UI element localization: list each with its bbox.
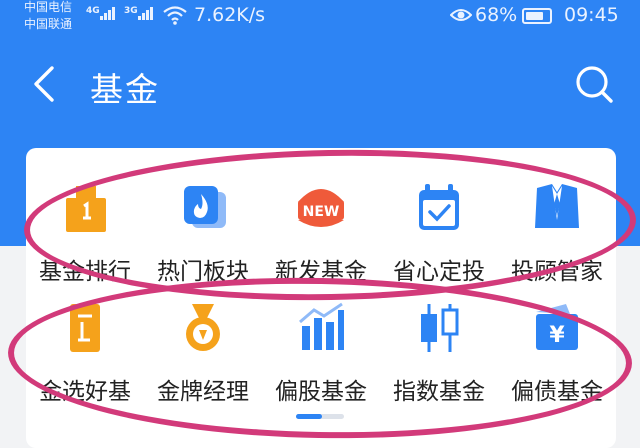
calendar-check-icon bbox=[419, 184, 459, 230]
wifi-icon bbox=[163, 6, 187, 25]
clock: 09:45 bbox=[564, 4, 619, 26]
category-gold-managers[interactable]: 金牌经理 bbox=[144, 302, 262, 412]
gold-pick-icon bbox=[70, 304, 100, 352]
eye-comfort-icon bbox=[450, 9, 472, 21]
search-icon[interactable] bbox=[574, 64, 614, 104]
fund-category-card: 基金排行 热门板块 NEW 新发基金 省心定投 投顾管家 金选好基 金牌经理 偏… bbox=[26, 148, 616, 448]
ranking-icon bbox=[66, 186, 106, 232]
network-speed: 7.62K/s bbox=[194, 4, 266, 26]
battery-percent: 68% bbox=[475, 4, 518, 26]
gold-medal-icon bbox=[186, 304, 220, 351]
page-indicator bbox=[296, 414, 344, 419]
candlestick-icon bbox=[421, 304, 459, 352]
category-equity-funds[interactable]: 偏股基金 bbox=[262, 302, 380, 412]
page-title: 基金 bbox=[90, 70, 160, 109]
carrier-names: 中国电信 中国联通 bbox=[24, 0, 72, 33]
carrier-2: 中国联通 bbox=[24, 17, 73, 31]
category-label: 投顾管家 bbox=[511, 259, 603, 285]
category-auto-invest[interactable]: 省心定投 bbox=[380, 182, 498, 292]
network-type-1: 4G bbox=[86, 6, 100, 16]
page-indicator-active bbox=[296, 414, 322, 419]
signal-icon bbox=[138, 6, 156, 20]
network-type-2: 3G bbox=[124, 6, 138, 16]
new-badge-icon: NEW bbox=[298, 189, 344, 227]
category-fund-ranking[interactable]: 基金排行 bbox=[26, 182, 144, 292]
back-arrow-icon[interactable] bbox=[30, 64, 60, 104]
hot-sector-icon bbox=[184, 186, 226, 228]
advisor-suit-icon bbox=[535, 184, 579, 228]
category-hot-sectors[interactable]: 热门板块 bbox=[144, 182, 262, 292]
svg-text:¥: ¥ bbox=[549, 323, 565, 348]
svg-text:NEW: NEW bbox=[303, 204, 340, 220]
battery-icon bbox=[522, 8, 552, 24]
status-bar: 中国电信 中国联通 4G 3G 7.62K/s 68% 09:45 bbox=[0, 0, 640, 36]
category-new-funds[interactable]: NEW 新发基金 bbox=[262, 182, 380, 292]
category-gold-picks[interactable]: 金选好基 bbox=[26, 302, 144, 412]
bond-yen-icon: ¥ bbox=[536, 304, 578, 350]
category-label: 偏债基金 bbox=[511, 379, 603, 405]
stock-bars-icon bbox=[299, 302, 344, 350]
category-advisor[interactable]: 投顾管家 bbox=[498, 182, 616, 292]
category-bond-funds[interactable]: ¥ 偏债基金 bbox=[498, 302, 616, 412]
signal-icon bbox=[100, 6, 118, 20]
carrier-1: 中国电信 bbox=[24, 0, 73, 14]
category-index-funds[interactable]: 指数基金 bbox=[380, 302, 498, 412]
